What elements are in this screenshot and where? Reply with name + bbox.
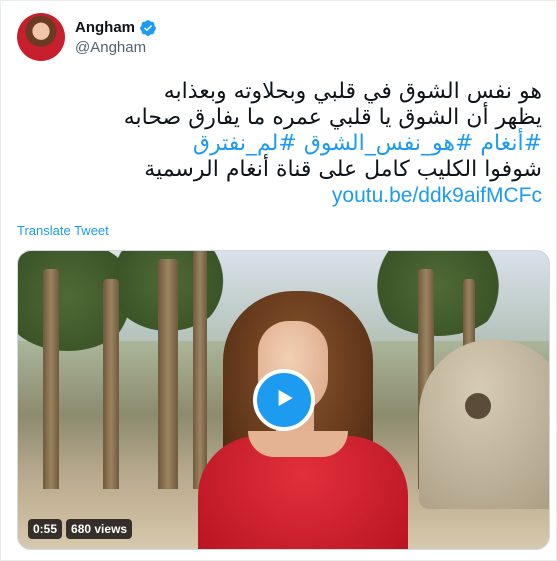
hashtag-link[interactable]: #لم_نفترق <box>193 131 297 156</box>
video-views: 680 views <box>66 519 133 539</box>
tweet-card[interactable]: Angham @Angham هو نفس الشوق في قلبي وبحل… <box>0 0 557 561</box>
video-thumbnail[interactable]: 0:55 680 views <box>17 250 550 550</box>
palm-trunk <box>43 269 59 509</box>
tweet-url-line: youtu.be/ddk9aifMCFc <box>22 183 542 209</box>
palm-trunk <box>103 279 119 509</box>
youtube-link[interactable]: youtu.be/ddk9aifMCFc <box>332 184 542 207</box>
hashtag-link[interactable]: #هو_نفس_الشوق <box>304 131 474 156</box>
tweet-line-4: شوفوا الكليب كامل على قناة أنغام الرسمية <box>144 157 542 182</box>
display-name-row: Angham <box>75 19 157 37</box>
tweet-line-2: يظهر أن الشوق يا قلبي عمره ما يفارق صحاب… <box>123 105 542 130</box>
video-scene-dome-hole <box>465 393 491 419</box>
tweet-header: Angham @Angham <box>17 13 157 61</box>
tweet-line-1: هو نفس الشوق في قلبي وبحلاوته وبعذابه <box>163 79 542 104</box>
tweet-text: هو نفس الشوق في قلبي وبحلاوته وبعذابه يظ… <box>22 79 542 209</box>
hashtag-line: #أنغام #هو_نفس_الشوق #لم_نفترق <box>22 131 542 157</box>
hashtag-link[interactable]: #أنغام <box>480 131 542 156</box>
video-person-chest <box>248 431 348 457</box>
author-names: Angham @Angham <box>75 19 157 56</box>
video-overlay-badges: 0:55 680 views <box>28 519 133 539</box>
palm-trunk <box>158 259 178 509</box>
play-icon <box>271 385 297 416</box>
translate-tweet-link[interactable]: Translate Tweet <box>17 223 109 238</box>
video-scene-dome <box>419 339 549 509</box>
display-name[interactable]: Angham <box>75 19 135 36</box>
video-duration: 0:55 <box>28 519 63 539</box>
author-handle[interactable]: @Angham <box>75 39 157 56</box>
play-button[interactable] <box>252 369 315 431</box>
avatar[interactable] <box>17 13 65 61</box>
verified-badge-icon <box>139 19 157 37</box>
